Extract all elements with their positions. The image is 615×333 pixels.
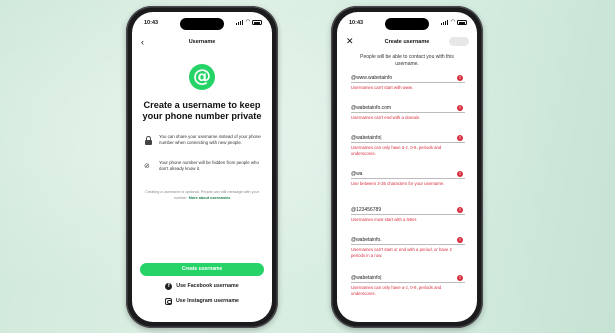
optional-note: Creating a username is optional. People … xyxy=(142,190,262,201)
username-input[interactable]: @wabetainfo.com xyxy=(351,105,391,111)
username-field-chars[interactable]: @wabetainfo|! Usernames can only have a-… xyxy=(351,134,465,157)
error-icon: ! xyxy=(457,275,463,281)
nav-bar: ‹ Username xyxy=(132,36,272,50)
instagram-button-label: Use Instagram username xyxy=(175,298,239,304)
error-message: Usernames must start with a letter. xyxy=(351,217,418,222)
username-field-letter[interactable]: @123456789! Usernames must start with a … xyxy=(351,206,465,223)
error-icon: ! xyxy=(457,237,463,243)
status-time: 10:43 xyxy=(349,20,364,26)
feature-text: Your phone number will be hidden from pe… xyxy=(159,160,259,171)
error-message: Usernames can't start or end with a peri… xyxy=(351,247,452,258)
feature-share-username: You can share your username instead of y… xyxy=(144,134,262,146)
done-button[interactable] xyxy=(449,37,469,46)
feature-text: You can share your username instead of y… xyxy=(159,134,261,145)
screen: 10:43 ◠ ✕ Create username People will be… xyxy=(337,12,477,322)
lock-icon xyxy=(144,136,153,145)
wifi-icon: ◠ xyxy=(450,19,455,25)
username-input[interactable]: @wabetainfo| xyxy=(351,275,382,281)
create-username-button[interactable]: Create username xyxy=(140,263,264,276)
username-input[interactable]: @www.wabetainfo xyxy=(351,75,392,81)
status-bar: 10:43 ◠ xyxy=(144,19,262,29)
username-input[interactable]: @wabetainfo| xyxy=(351,135,382,141)
more-about-usernames-link[interactable]: More about usernames xyxy=(189,196,231,200)
screen: 10:43 ◠ ‹ Username @ Create a username t… xyxy=(132,12,272,322)
error-message: Usernames can only have a-z, 0-9, period… xyxy=(351,285,442,296)
username-field-www[interactable]: @www.wabetainfo! Usernames can't start w… xyxy=(351,74,465,91)
username-field-domain[interactable]: @wabetainfo.com! Usernames can't end wit… xyxy=(351,104,465,121)
username-field-length[interactable]: @wa! Use between 3-35 characters for you… xyxy=(351,170,465,187)
battery-icon xyxy=(457,20,467,25)
battery-icon xyxy=(252,20,262,25)
status-time: 10:43 xyxy=(144,20,159,26)
background xyxy=(0,0,615,333)
error-icon: ! xyxy=(457,105,463,111)
wifi-icon: ◠ xyxy=(245,19,250,25)
signal-icon xyxy=(440,20,449,25)
instagram-icon xyxy=(164,297,172,305)
error-message: Usernames can't start with www. xyxy=(351,85,413,90)
error-icon: ! xyxy=(457,75,463,81)
nav-bar: ✕ Create username xyxy=(337,36,477,50)
phone-username-intro: 10:43 ◠ ‹ Username @ Create a username t… xyxy=(126,6,278,328)
status-bar: 10:43 ◠ xyxy=(349,19,467,29)
feature-hide-number: ⊘ Your phone number will be hidden from … xyxy=(144,160,262,172)
error-icon: ! xyxy=(457,171,463,177)
username-input[interactable]: @wa xyxy=(351,171,362,177)
at-sign-icon: @ xyxy=(189,64,215,90)
error-message: Usernames can't end with a domain. xyxy=(351,115,421,120)
username-input[interactable]: @123456789 xyxy=(351,207,381,213)
headline: Create a username to keep your phone num… xyxy=(142,100,262,121)
phone-create-username: 10:43 ◠ ✕ Create username People will be… xyxy=(331,6,483,328)
use-instagram-username-button[interactable]: Use Instagram username xyxy=(140,295,264,307)
signal-icon xyxy=(235,20,244,25)
error-message: Use between 3-35 characters for your use… xyxy=(351,181,445,186)
facebook-icon: f xyxy=(165,282,173,290)
username-field-chars-2[interactable]: @wabetainfo|! Usernames can only have a-… xyxy=(351,274,465,297)
intro-text: People will be able to contact you with … xyxy=(360,54,454,67)
facebook-button-label: Use Facebook username xyxy=(176,283,239,289)
error-icon: ! xyxy=(457,135,463,141)
username-input[interactable]: @wabetainfo. xyxy=(351,237,382,243)
page-title: Username xyxy=(188,39,216,45)
error-icon: ! xyxy=(457,207,463,213)
username-field-period[interactable]: @wabetainfo.! Usernames can't start or e… xyxy=(351,236,465,259)
error-message: Usernames can only have a-z, 0-9, period… xyxy=(351,145,442,156)
eye-off-icon: ⊘ xyxy=(144,163,150,170)
use-facebook-username-button[interactable]: f Use Facebook username xyxy=(140,280,264,292)
